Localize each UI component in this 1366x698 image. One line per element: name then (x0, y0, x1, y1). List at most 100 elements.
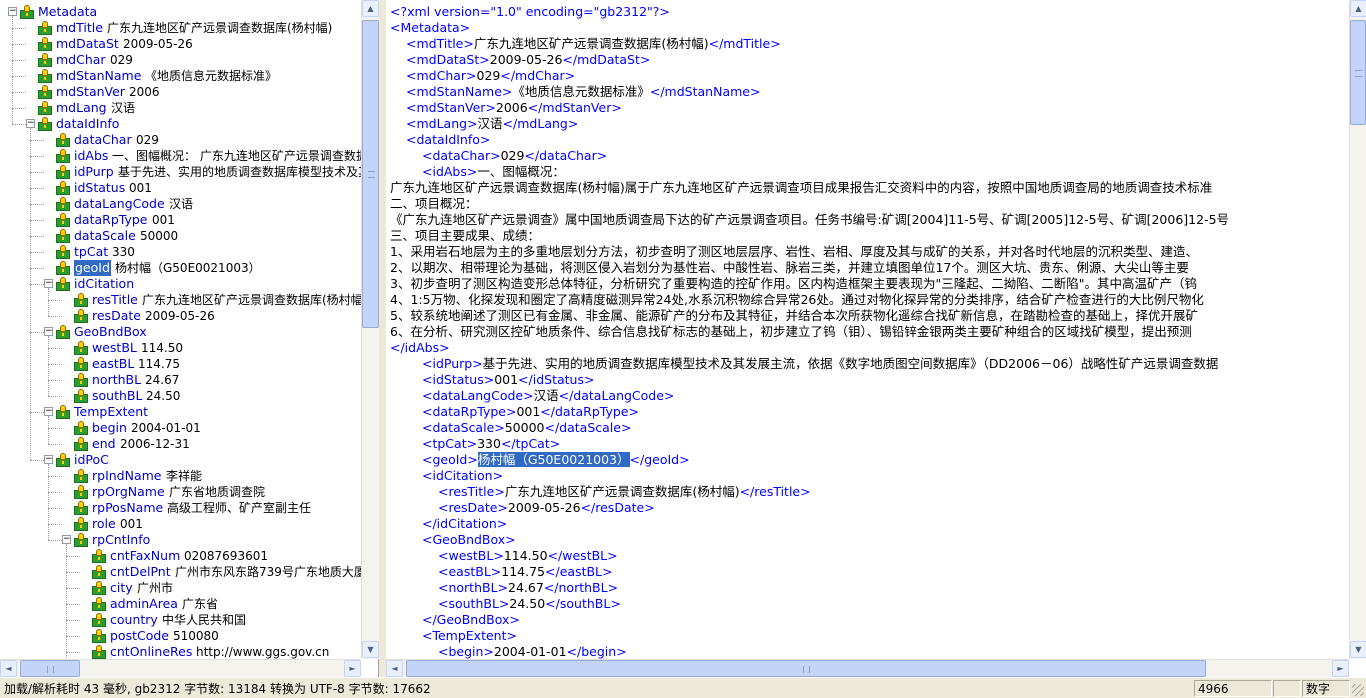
tree-node[interactable]: westBL 114.50 (0, 340, 361, 356)
tree-horizontal-scrollbar[interactable]: ◄ ► (0, 659, 361, 677)
tree-node[interactable]: mdLang 汉语 (0, 100, 361, 116)
tree-node[interactable]: − idCitation (0, 276, 361, 292)
xml-line[interactable]: <resDate>2009-05-26</resDate> (438, 500, 655, 516)
tree-node[interactable]: mdStanName 《地质信息元数据标准》 (0, 68, 361, 84)
tree-node[interactable]: resTitle 广东九连地区矿产远景调查数据库(杨村幅) (0, 292, 361, 308)
xml-line[interactable]: <resTitle>广东九连地区矿产远景调查数据库(杨村幅)</resTitle… (438, 484, 811, 500)
tree-node[interactable]: role 001 (0, 516, 361, 532)
scroll-down-arrow-icon[interactable]: ▼ (362, 641, 379, 658)
xml-source-pane[interactable]: <?xml version="1.0" encoding="gb2312"?> <… (386, 0, 1366, 677)
xml-line[interactable]: <GeoBndBox> (422, 532, 516, 548)
tree-node[interactable]: adminArea 广东省 (0, 596, 361, 612)
xml-line[interactable]: 3、初步查明了测区构造变形总体特征，分析研究了重要构造的控矿作用。区内构造框架主… (390, 276, 1197, 292)
tree-node[interactable]: country 中华人民共和国 (0, 612, 361, 628)
tree-hscroll-thumb[interactable] (20, 660, 80, 677)
tree-node[interactable]: end 2006-12-31 (0, 436, 361, 452)
xml-line[interactable]: <westBL>114.50</westBL> (438, 548, 618, 564)
tree-node[interactable]: resDate 2009-05-26 (0, 308, 361, 324)
scroll-up-arrow-icon[interactable]: ▲ (362, 0, 379, 17)
xml-line[interactable]: 《广东九连地区矿产远景调查》属中国地质调查局下达的矿产远景调查项目。任务书编号:… (390, 212, 1229, 228)
xml-horizontal-scrollbar[interactable]: ◄ ► (386, 659, 1349, 677)
tree-vscroll-thumb[interactable] (362, 20, 379, 328)
xml-line[interactable]: <mdStanVer>2006</mdStanVer> (406, 100, 622, 116)
scroll-up-arrow-icon[interactable]: ▲ (1350, 0, 1366, 17)
xml-line[interactable]: <eastBL>114.75</eastBL> (438, 564, 612, 580)
xml-line[interactable]: <dataScale>50000</dataScale> (422, 420, 631, 436)
xml-line[interactable]: 2、以期次、相带理论为基础，将测区侵入岩划分为基性岩、中酸性岩、脉岩三类，并建立… (390, 260, 1189, 276)
collapse-toggle-icon[interactable]: − (44, 327, 53, 336)
tree-node[interactable]: idStatus 001 (0, 180, 361, 196)
xml-line[interactable]: <tpCat>330</tpCat> (422, 436, 560, 452)
xml-line[interactable]: <begin>2004-01-01</begin> (438, 644, 627, 659)
tree-node[interactable]: cntDelPnt 广州市东风东路739号广东地质大厦 (0, 564, 361, 580)
scroll-right-arrow-icon[interactable]: ► (1332, 660, 1349, 677)
xml-line[interactable]: <mdChar>029</mdChar> (406, 68, 575, 84)
xml-line[interactable]: <dataChar>029</dataChar> (422, 148, 607, 164)
tree-node[interactable]: − idPoC (0, 452, 361, 468)
xml-line[interactable]: <mdTitle>广东九连地区矿产远景调查数据库(杨村幅)</mdTitle> (406, 36, 781, 52)
xml-line[interactable]: <idCitation> (422, 468, 503, 484)
tree-node[interactable]: rpOrgName 广东省地质调查院 (0, 484, 361, 500)
tree-node[interactable]: rpPosName 高级工程师、矿产室副主任 (0, 500, 361, 516)
tree-node[interactable]: cntOnlineRes http://www.ggs.gov.cn (0, 644, 361, 659)
collapse-toggle-icon[interactable]: − (8, 7, 17, 16)
xml-line[interactable]: 广东九连地区矿产远景调查数据库(杨村幅)属于广东九连地区矿产远景调查项目成果报告… (390, 180, 1212, 196)
xml-line[interactable]: <idPurp>基于先进、实用的地质调查数据库模型技术及其发展主流，依据《数字地… (422, 356, 1218, 372)
xml-line[interactable]: 5、较系统地阐述了测区已有金属、非金属、能源矿产的分布及其特征，并结合本次所获物… (390, 308, 1198, 324)
tree-node[interactable]: − TempExtent (0, 404, 361, 420)
xml-source-view[interactable]: <?xml version="1.0" encoding="gb2312"?> <… (386, 0, 1349, 659)
tree-node[interactable]: city 广州市 (0, 580, 361, 596)
xml-line[interactable]: 1、采用岩石地层为主的多重地层划分方法，初步查明了测区地层层序、岩性、岩相、厚度… (390, 244, 1198, 260)
xml-line[interactable]: <mdLang>汉语</mdLang> (406, 116, 578, 132)
tree-node[interactable]: postCode 510080 (0, 628, 361, 644)
tree-node[interactable]: dataLangCode 汉语 (0, 196, 361, 212)
tree-node[interactable]: idAbs 一、图幅概况： 广东九连地区矿产远景调查数据库 (0, 148, 361, 164)
tree-node[interactable]: − GeoBndBox (0, 324, 361, 340)
tree-node[interactable]: dataRpType 001 (0, 212, 361, 228)
xml-line[interactable]: </idAbs> (390, 340, 450, 356)
tree-node[interactable]: eastBL 114.75 (0, 356, 361, 372)
xml-line[interactable]: <idAbs>一、图幅概况： (422, 164, 565, 180)
xml-line[interactable]: <mdStanName>《地质信息元数据标准》</mdStanName> (406, 84, 760, 100)
tree-node[interactable]: − dataIdInfo (0, 116, 361, 132)
xml-vertical-scrollbar[interactable]: ▲ ▼ (1349, 0, 1366, 659)
xml-line[interactable]: <Metadata> (390, 20, 470, 36)
tree-node[interactable]: northBL 24.67 (0, 372, 361, 388)
tree-node[interactable]: begin 2004-01-01 (0, 420, 361, 436)
tree-node[interactable]: mdStanVer 2006 (0, 84, 361, 100)
tree-node[interactable]: mdTitle 广东九连地区矿产远景调查数据库(杨村幅) (0, 20, 361, 36)
xml-line[interactable]: 二、项目概况： (390, 196, 478, 212)
tree-node[interactable]: − Metadata (0, 4, 361, 20)
scroll-left-arrow-icon[interactable]: ◄ (0, 660, 17, 677)
tree-node[interactable]: − rpCntInfo (0, 532, 361, 548)
tree-node[interactable]: dataChar 029 (0, 132, 361, 148)
xml-line[interactable]: <?xml version="1.0" encoding="gb2312"?> (390, 4, 670, 20)
xml-line[interactable]: </idCitation> (422, 516, 507, 532)
xml-line[interactable]: 4、1:5万物、化探发现和圈定了高精度磁测异常24处,水系沉积物综合异常26处。… (390, 292, 1204, 308)
scroll-left-arrow-icon[interactable]: ◄ (386, 660, 403, 677)
xml-line[interactable]: 三、项目主要成果、成绩： (390, 228, 540, 244)
tree-node[interactable]: southBL 24.50 (0, 388, 361, 404)
xml-line[interactable]: </GeoBndBox> (422, 612, 520, 628)
xml-line[interactable]: <TempExtent> (422, 628, 517, 644)
scroll-right-arrow-icon[interactable]: ► (344, 660, 361, 677)
xml-line[interactable]: <dataRpType>001</dataRpType> (422, 404, 639, 420)
tree-node[interactable]: rpIndName 李祥能 (0, 468, 361, 484)
tree-node[interactable]: cntFaxNum 02087693601 (0, 548, 361, 564)
tree-node[interactable]: dataScale 50000 (0, 228, 361, 244)
collapse-toggle-icon[interactable]: − (44, 455, 53, 464)
tree-node-selected[interactable]: geoId 杨村幅（G50E0021003） (0, 260, 361, 276)
tree-view-pane[interactable]: − Metadata mdTitle 广东九连地区矿产远景调查数据库(杨村幅) mdDa… (0, 0, 379, 677)
collapse-toggle-icon[interactable]: − (26, 119, 35, 128)
xml-line[interactable]: <mdDataSt>2009-05-26</mdDataSt> (406, 52, 650, 68)
xml-line[interactable]: <dataIdInfo> (406, 132, 490, 148)
collapse-toggle-icon[interactable]: − (44, 279, 53, 288)
resize-grip-icon[interactable] (1352, 684, 1364, 696)
xml-line[interactable]: 6、在分析、研究测区控矿地质条件、综合信息找矿标志的基础上，初步建立了钨（钼）、… (390, 324, 1192, 340)
xml-hscroll-thumb[interactable] (406, 660, 1206, 677)
xml-line[interactable]: <northBL>24.67</northBL> (438, 580, 618, 596)
scroll-down-arrow-icon[interactable]: ▼ (1350, 641, 1366, 658)
xml-line[interactable]: <idStatus>001</idStatus> (422, 372, 594, 388)
xml-line[interactable]: <geoId>杨村幅（G50E0021003）</geoId> (422, 452, 690, 468)
xml-vscroll-thumb[interactable] (1350, 20, 1366, 125)
